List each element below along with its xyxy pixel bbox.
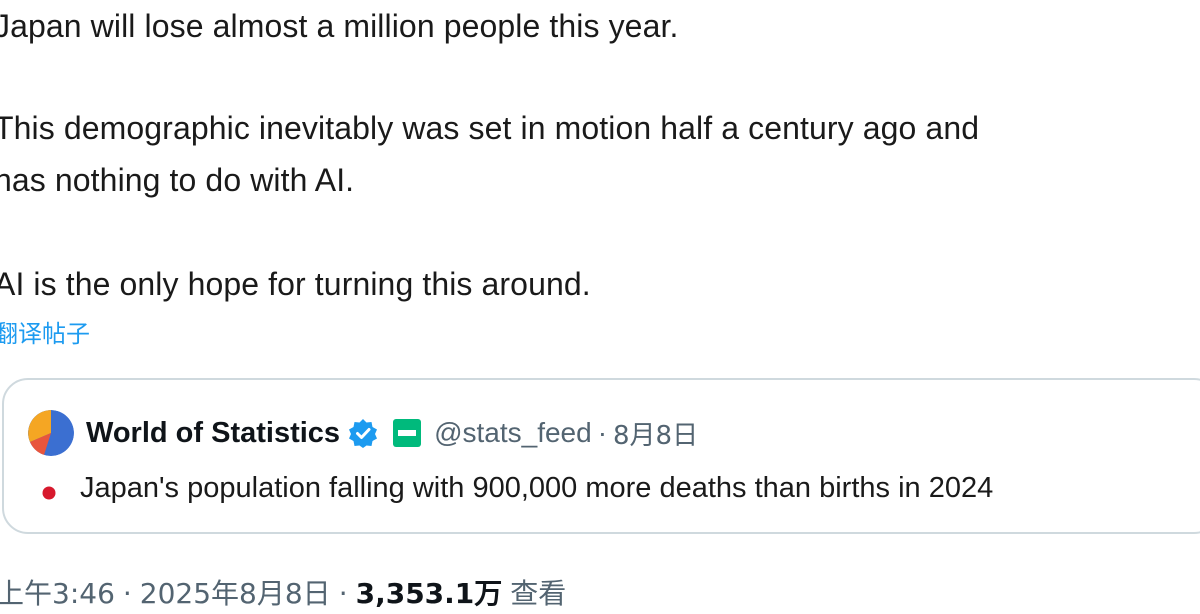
- verified-badge-icon: [348, 418, 378, 448]
- quoted-post-header: World of Statistics @stats_feed · 8月8日: [28, 410, 698, 456]
- quoted-post-body: Japan's population falling with 900,000 …: [80, 472, 994, 504]
- separator-dot: ·: [597, 417, 608, 448]
- post-text-line: Japan will lose almost a million people …: [0, 8, 679, 44]
- world-of-statistics-avatar[interactable]: [28, 410, 74, 456]
- post-time[interactable]: 上午3:46: [0, 574, 115, 614]
- post-date[interactable]: 2025年8月8日: [140, 574, 331, 614]
- views-count: 3,353.1万: [355, 577, 503, 610]
- quoted-author-name[interactable]: World of Statistics: [86, 417, 340, 450]
- japan-flag-icon: [32, 476, 66, 505]
- translate-post-link[interactable]: 翻译帖子: [0, 318, 90, 350]
- views-label: 查看: [510, 577, 567, 610]
- separator-dot: ·: [122, 577, 132, 610]
- quoted-post-card[interactable]: World of Statistics @stats_feed · 8月8日 J…: [2, 378, 1200, 534]
- affiliate-badge-icon: [392, 418, 422, 448]
- quoted-post-text: Japan's population falling with 900,000 …: [32, 468, 993, 508]
- separator-dot: ·: [338, 577, 348, 610]
- quoted-author-handle[interactable]: @stats_feed: [434, 417, 592, 449]
- post-meta: 上午3:46 · 2025年8月8日 · 3,353.1万 查看: [0, 574, 566, 614]
- post-text-line: This demographic inevitably was set in m…: [0, 110, 980, 146]
- post-text-line: has nothing to do with AI.: [0, 162, 355, 198]
- post-text-line: AI is the only hope for turning this aro…: [0, 266, 591, 302]
- quoted-post-date[interactable]: 8月8日: [613, 415, 698, 452]
